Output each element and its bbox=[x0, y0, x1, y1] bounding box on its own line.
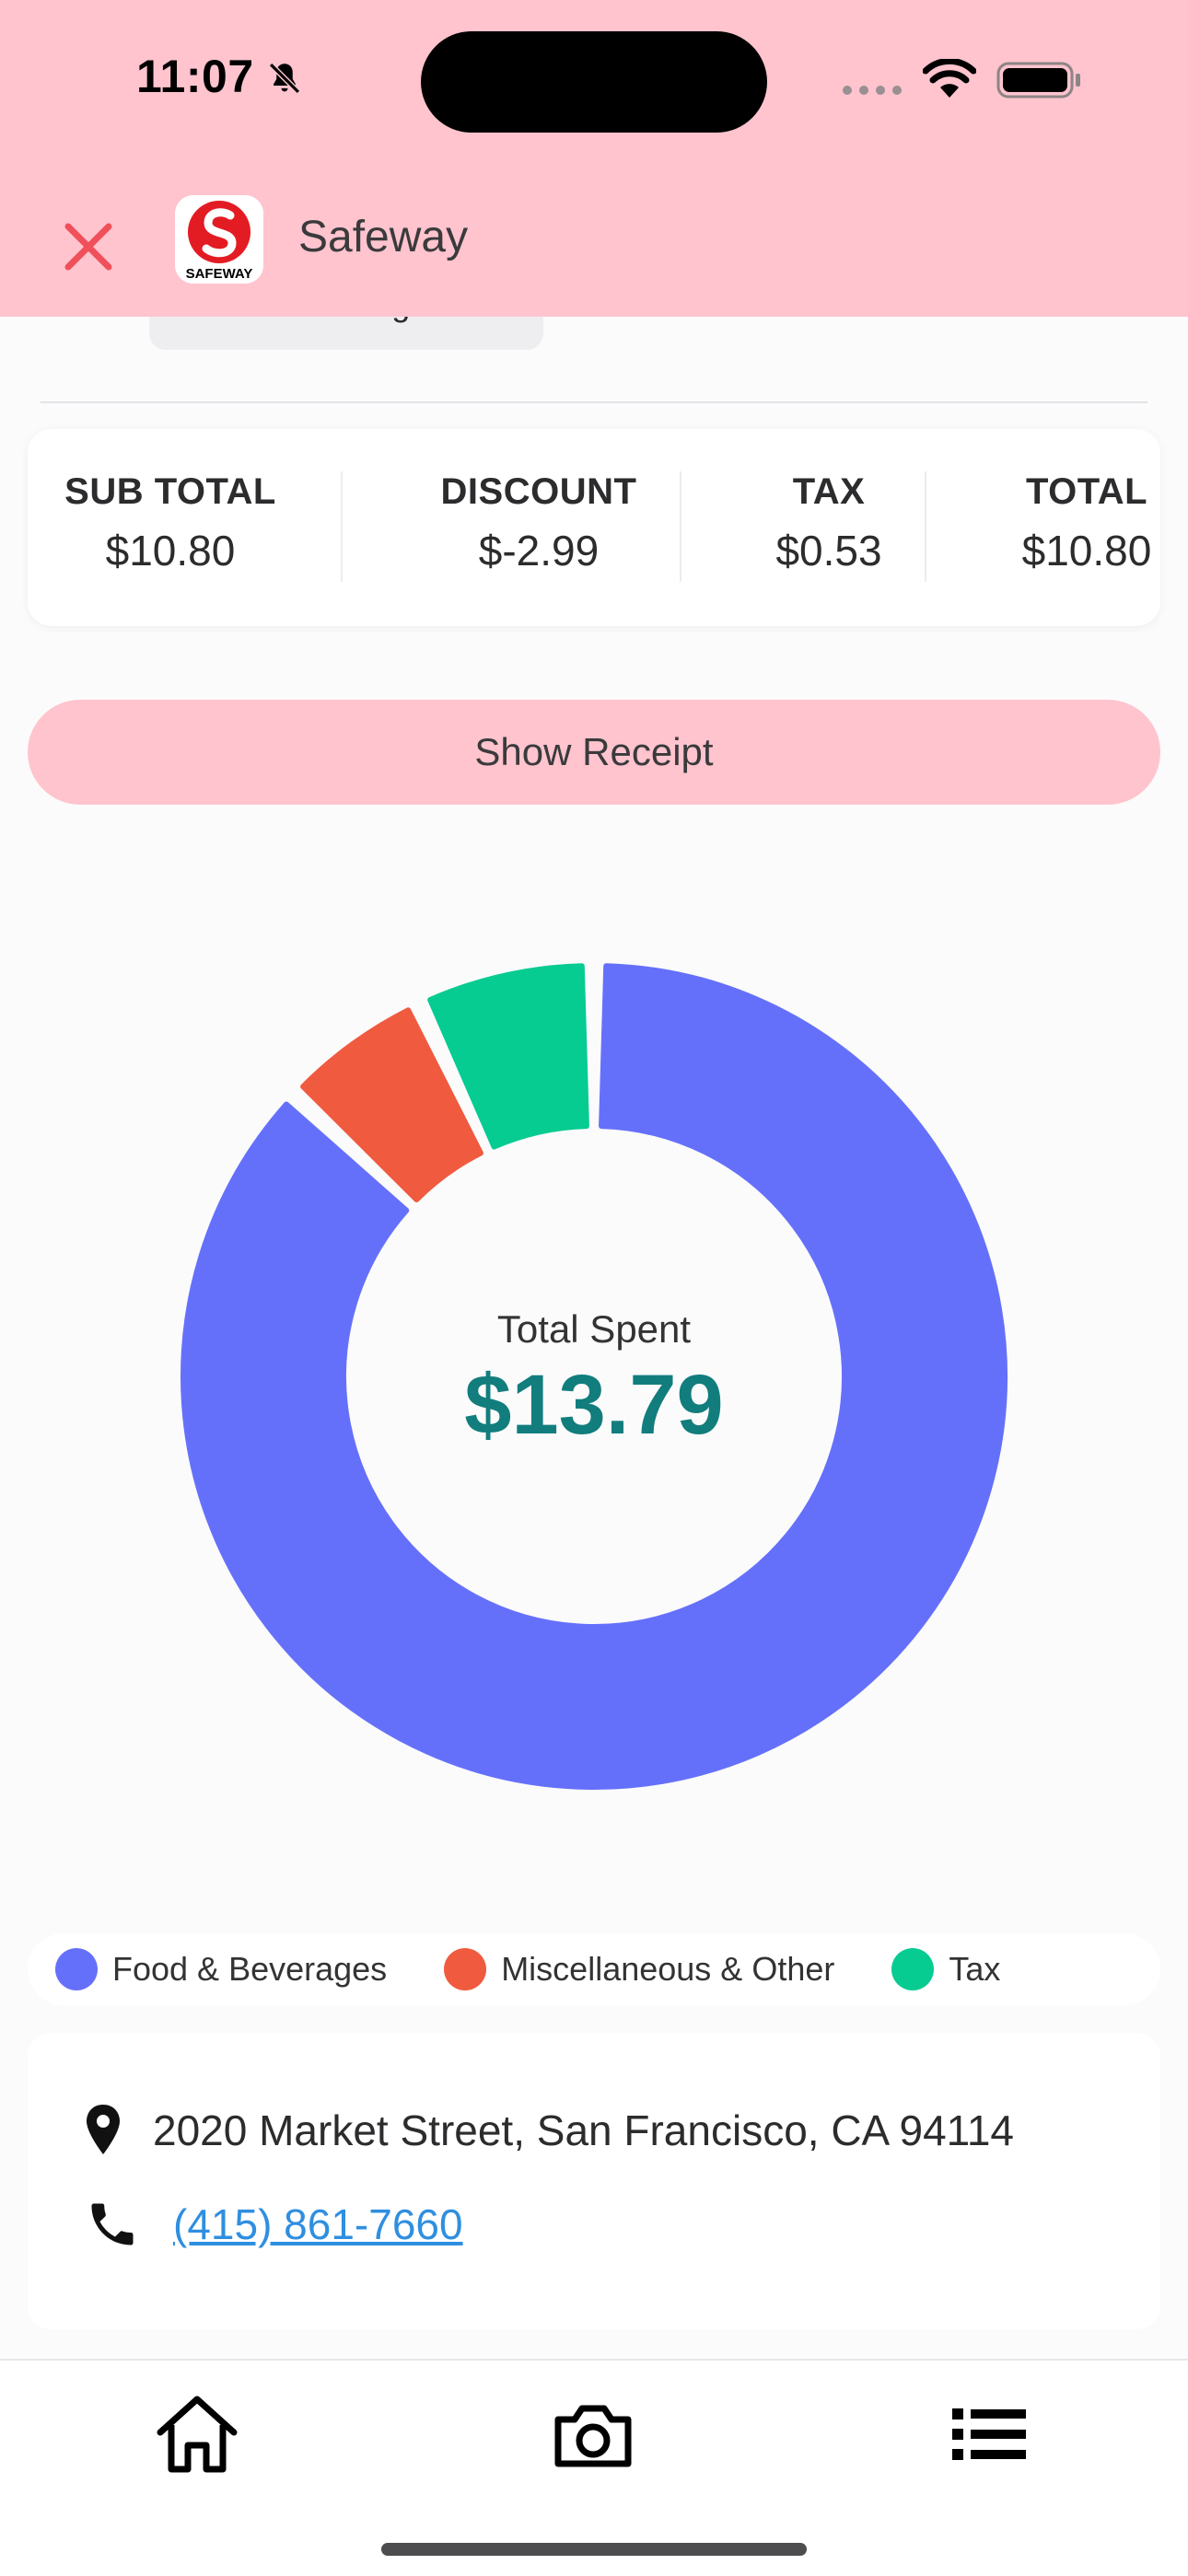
item-chip[interactable]: Reusable Bag Fees bbox=[149, 317, 543, 350]
legend-dot bbox=[55, 1948, 98, 1990]
divider bbox=[41, 401, 1147, 403]
legend-dot bbox=[891, 1948, 935, 1990]
store-name: Safeway bbox=[298, 213, 469, 261]
discount-value: $-2.99 bbox=[478, 527, 600, 574]
tab-bar bbox=[0, 2359, 1188, 2576]
legend-dot bbox=[444, 1948, 487, 1990]
receipt-detail-content[interactable]: Reusable Bag Fees SUB TOTAL $10.80 DISCO… bbox=[0, 317, 1188, 2361]
bell-muted-icon bbox=[268, 62, 301, 95]
tax-label: TAX bbox=[792, 471, 866, 512]
total-value: $10.80 bbox=[1021, 527, 1152, 574]
column-separator bbox=[680, 471, 681, 582]
tax-column: TAX $0.53 bbox=[709, 471, 949, 575]
legend-label: Tax bbox=[949, 1950, 1001, 1988]
battery-icon bbox=[996, 62, 1080, 99]
subtotal-label: SUB TOTAL bbox=[64, 471, 276, 512]
totals-card: SUB TOTAL $10.80 DISCOUNT $-2.99 TAX $0.… bbox=[28, 429, 1160, 626]
legend-label: Food & Beverages bbox=[112, 1950, 388, 1988]
home-icon[interactable] bbox=[151, 2388, 243, 2480]
chart-legend: Food & Beverages Miscellaneous & Other T… bbox=[28, 1933, 1160, 2005]
status-time: 11:07 bbox=[136, 51, 254, 102]
store-info-card: 2020 Market Street, San Francisco, CA 94… bbox=[28, 2033, 1160, 2329]
column-separator bbox=[341, 471, 343, 582]
legend-item-misc: Miscellaneous & Other bbox=[444, 1948, 834, 1990]
legend-label: Miscellaneous & Other bbox=[501, 1950, 835, 1988]
dynamic-island bbox=[421, 31, 767, 133]
subtotal-value: $10.80 bbox=[105, 527, 236, 574]
total-label: TOTAL bbox=[1025, 471, 1148, 512]
camera-icon[interactable] bbox=[547, 2388, 639, 2480]
address-row: 2020 Market Street, San Francisco, CA 94… bbox=[85, 2103, 1014, 2158]
wifi-icon bbox=[923, 59, 976, 98]
chart-center-value: $13.79 bbox=[464, 1358, 724, 1452]
subtotal-column: SUB TOTAL $10.80 bbox=[28, 471, 313, 575]
legend-item-tax: Tax bbox=[891, 1948, 1000, 1990]
list-icon[interactable] bbox=[943, 2388, 1035, 2480]
tax-value: $0.53 bbox=[775, 527, 882, 574]
total-column: TOTAL $10.80 bbox=[958, 471, 1188, 575]
chart-center-label: Total Spent bbox=[496, 1307, 692, 1351]
cellular-signal-icon bbox=[843, 86, 902, 95]
phone-link[interactable]: (415) 861-7660 bbox=[173, 2199, 463, 2249]
close-icon[interactable] bbox=[55, 214, 122, 280]
phone-row: (415) 861-7660 bbox=[85, 2197, 463, 2252]
column-separator bbox=[925, 471, 926, 582]
legend-item-food: Food & Beverages bbox=[55, 1948, 387, 1990]
store-logo: SAFEWAY bbox=[175, 195, 263, 284]
location-pin-icon bbox=[87, 2105, 120, 2154]
home-indicator bbox=[381, 2543, 807, 2556]
phone-icon bbox=[91, 2203, 134, 2245]
store-address: 2020 Market Street, San Francisco, CA 94… bbox=[153, 2106, 1014, 2154]
discount-label: DISCOUNT bbox=[440, 471, 637, 512]
svg-text:SAFEWAY: SAFEWAY bbox=[186, 266, 253, 282]
app-header: 11:07 SAFEWAY Safeway bbox=[0, 0, 1188, 317]
discount-column: DISCOUNT $-2.99 bbox=[368, 471, 709, 575]
show-receipt-button[interactable]: Show Receipt bbox=[28, 700, 1160, 805]
